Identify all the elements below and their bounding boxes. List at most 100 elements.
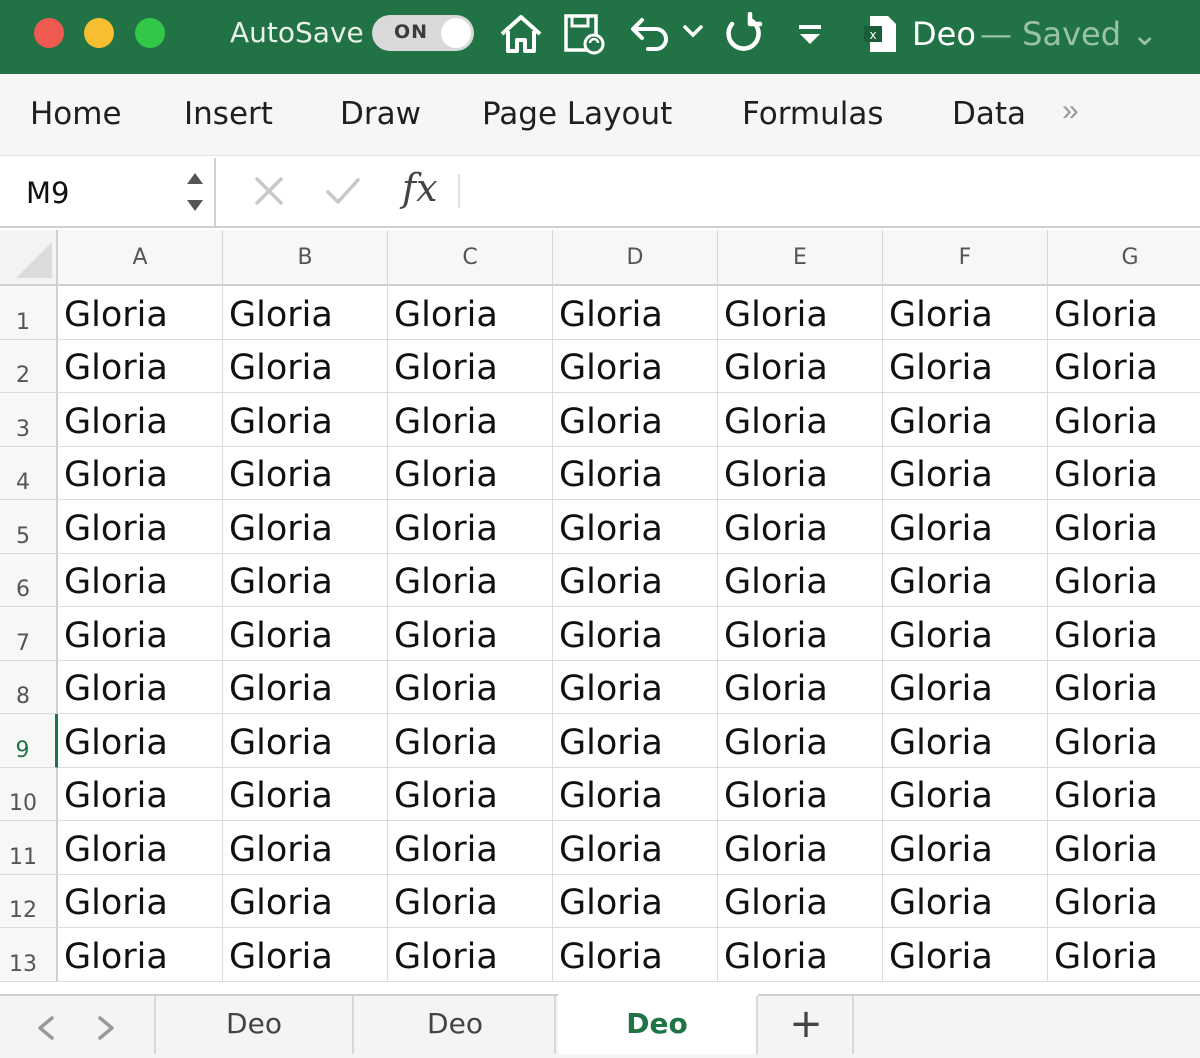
undo-icon[interactable] [628, 12, 674, 56]
cell-a2[interactable]: Gloria [58, 339, 223, 393]
cell-e2[interactable]: Gloria [718, 339, 883, 393]
cell-g1[interactable]: Gloria [1048, 286, 1200, 340]
cell-b4[interactable]: Gloria [223, 446, 388, 500]
cell-d11[interactable]: Gloria [553, 821, 718, 875]
cell-g13[interactable]: Gloria [1048, 928, 1200, 982]
cell-b2[interactable]: Gloria [223, 339, 388, 393]
cell-c11[interactable]: Gloria [388, 821, 553, 875]
cell-f7[interactable]: Gloria [883, 607, 1048, 661]
cell-a13[interactable]: Gloria [58, 928, 223, 982]
cell-b9[interactable]: Gloria [223, 714, 388, 768]
add-sheet-button[interactable]: + [760, 996, 854, 1054]
cell-c10[interactable]: Gloria [388, 767, 553, 821]
cell-c7[interactable]: Gloria [388, 607, 553, 661]
cell-d10[interactable]: Gloria [553, 767, 718, 821]
cell-b3[interactable]: Gloria [223, 393, 388, 447]
cell-g5[interactable]: Gloria [1048, 500, 1200, 554]
cell-b13[interactable]: Gloria [223, 928, 388, 982]
cell-b1[interactable]: Gloria [223, 286, 388, 340]
autosave-toggle[interactable]: ON [372, 15, 474, 51]
cell-e9[interactable]: Gloria [718, 714, 883, 768]
name-box[interactable]: M9 [0, 158, 216, 226]
cell-c6[interactable]: Gloria [388, 553, 553, 607]
column-header-f[interactable]: F [883, 230, 1048, 286]
zoom-window-button[interactable] [135, 18, 165, 48]
cell-d8[interactable]: Gloria [553, 660, 718, 714]
cell-f9[interactable]: Gloria [883, 714, 1048, 768]
cell-f6[interactable]: Gloria [883, 553, 1048, 607]
cell-e7[interactable]: Gloria [718, 607, 883, 661]
column-header-c[interactable]: C [388, 230, 553, 286]
cell-d4[interactable]: Gloria [553, 446, 718, 500]
cell-f5[interactable]: Gloria [883, 500, 1048, 554]
cell-e4[interactable]: Gloria [718, 446, 883, 500]
cell-c12[interactable]: Gloria [388, 874, 553, 928]
cell-c1[interactable]: Gloria [388, 286, 553, 340]
cell-f10[interactable]: Gloria [883, 767, 1048, 821]
cell-e10[interactable]: Gloria [718, 767, 883, 821]
cell-b11[interactable]: Gloria [223, 821, 388, 875]
tab-page-layout[interactable]: Page Layout [482, 96, 672, 132]
cell-d13[interactable]: Gloria [553, 928, 718, 982]
cell-a10[interactable]: Gloria [58, 767, 223, 821]
row-header-1[interactable]: 1 [0, 286, 58, 340]
row-header-4[interactable]: 4 [0, 446, 58, 500]
column-header-b[interactable]: B [223, 230, 388, 286]
tab-home[interactable]: Home [30, 96, 122, 132]
row-header-12[interactable]: 12 [0, 874, 58, 928]
column-header-a[interactable]: A [58, 230, 223, 286]
cell-g9[interactable]: Gloria [1048, 714, 1200, 768]
cell-a3[interactable]: Gloria [58, 393, 223, 447]
cell-d6[interactable]: Gloria [553, 553, 718, 607]
cell-e13[interactable]: Gloria [718, 928, 883, 982]
cancel-x-icon[interactable] [252, 174, 286, 213]
row-header-3[interactable]: 3 [0, 393, 58, 447]
cell-f1[interactable]: Gloria [883, 286, 1048, 340]
cell-d7[interactable]: Gloria [553, 607, 718, 661]
cell-c4[interactable]: Gloria [388, 446, 553, 500]
cell-a5[interactable]: Gloria [58, 500, 223, 554]
cell-d9[interactable]: Gloria [553, 714, 718, 768]
tab-formulas[interactable]: Formulas [742, 96, 884, 132]
cell-b12[interactable]: Gloria [223, 874, 388, 928]
tab-data[interactable]: Data [952, 96, 1026, 132]
cell-c5[interactable]: Gloria [388, 500, 553, 554]
previous-sheet-arrow-icon[interactable] [34, 1014, 58, 1047]
cell-d1[interactable]: Gloria [553, 286, 718, 340]
row-header-10[interactable]: 10 [0, 767, 58, 821]
cell-b7[interactable]: Gloria [223, 607, 388, 661]
tab-draw[interactable]: Draw [340, 96, 421, 132]
sheet-tab-1[interactable]: Deo [154, 996, 354, 1054]
cell-e5[interactable]: Gloria [718, 500, 883, 554]
customize-toolbar-icon[interactable] [796, 22, 824, 48]
cell-a9[interactable]: Gloria [58, 714, 223, 768]
cell-g4[interactable]: Gloria [1048, 446, 1200, 500]
cell-a11[interactable]: Gloria [58, 821, 223, 875]
next-sheet-arrow-icon[interactable] [94, 1014, 118, 1047]
name-box-stepper-icon[interactable] [184, 168, 206, 221]
cell-e11[interactable]: Gloria [718, 821, 883, 875]
cell-d12[interactable]: Gloria [553, 874, 718, 928]
cell-b8[interactable]: Gloria [223, 660, 388, 714]
cell-c2[interactable]: Gloria [388, 339, 553, 393]
close-window-button[interactable] [34, 18, 64, 48]
save-sync-icon[interactable] [562, 12, 608, 56]
insert-function-icon[interactable]: fx [402, 166, 438, 210]
cell-a12[interactable]: Gloria [58, 874, 223, 928]
cell-b6[interactable]: Gloria [223, 553, 388, 607]
cell-e12[interactable]: Gloria [718, 874, 883, 928]
cell-c8[interactable]: Gloria [388, 660, 553, 714]
cell-g8[interactable]: Gloria [1048, 660, 1200, 714]
redo-icon[interactable] [720, 12, 766, 56]
sheet-tab-3-active[interactable]: Deo [558, 996, 758, 1054]
cell-a7[interactable]: Gloria [58, 607, 223, 661]
select-all-corner[interactable] [0, 230, 58, 286]
minimize-window-button[interactable] [84, 18, 114, 48]
row-header-11[interactable]: 11 [0, 821, 58, 875]
cell-g12[interactable]: Gloria [1048, 874, 1200, 928]
row-header-9[interactable]: 9 [0, 714, 58, 768]
cell-c3[interactable]: Gloria [388, 393, 553, 447]
cell-e8[interactable]: Gloria [718, 660, 883, 714]
cell-a4[interactable]: Gloria [58, 446, 223, 500]
cell-f3[interactable]: Gloria [883, 393, 1048, 447]
